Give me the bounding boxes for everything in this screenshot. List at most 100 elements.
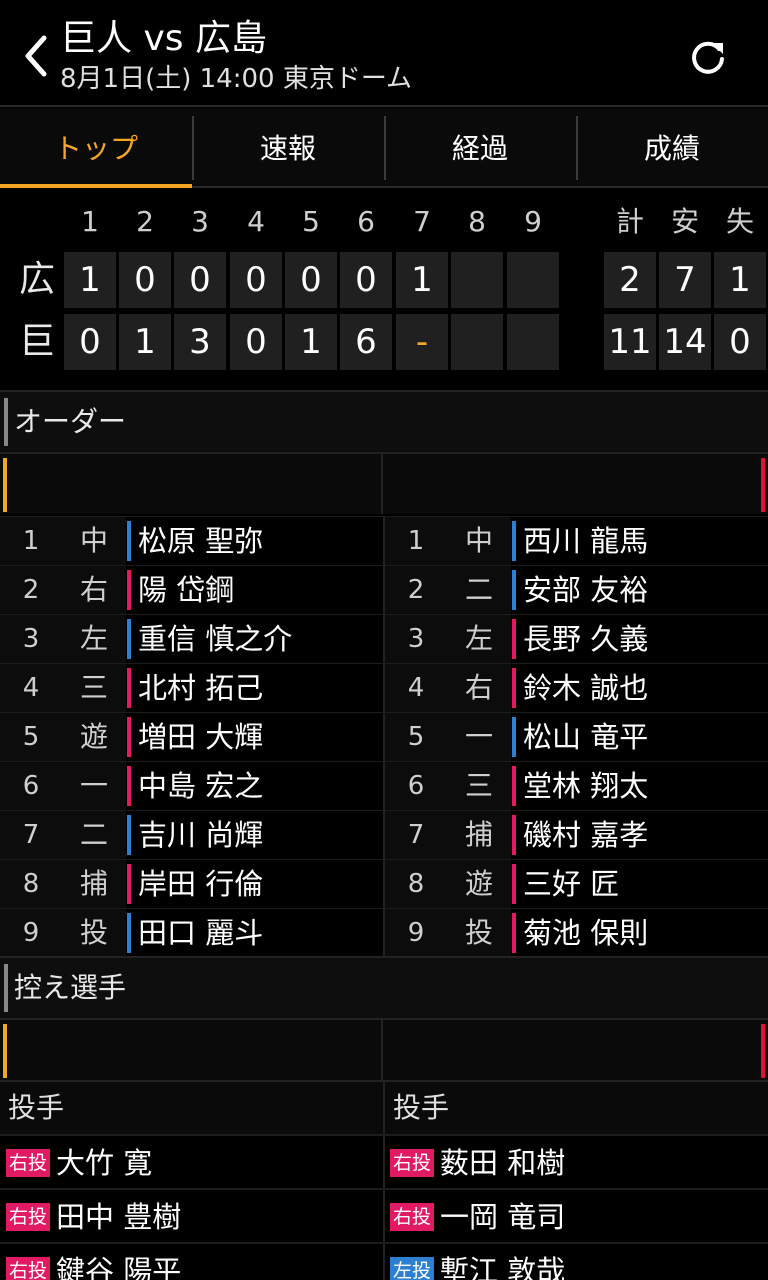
inning-score <box>451 314 503 370</box>
batting-order: 9 <box>0 909 62 957</box>
bat-side-mark <box>127 619 131 659</box>
column-divider <box>383 517 385 566</box>
total-score: 11 <box>604 314 656 370</box>
lineup-row[interactable]: 5 遊増田 大輝 5 一松山 竜平 <box>0 712 768 762</box>
player-name[interactable]: 重信 慎之介 <box>138 615 292 663</box>
position: 三 <box>447 762 511 810</box>
batting-order: 5 <box>0 713 62 761</box>
pitcher-name[interactable]: 薮田 和樹 <box>440 1140 565 1186</box>
bat-side-mark <box>127 570 131 610</box>
batting-order: 6 <box>385 762 447 810</box>
bat-side-mark <box>512 913 516 953</box>
inning-header: 3 <box>191 205 209 238</box>
total-score: 14 <box>659 314 711 370</box>
home-team-header[interactable] <box>0 454 383 514</box>
player-name[interactable]: 岸田 行倫 <box>138 860 263 908</box>
pitcher-row[interactable]: 右投 田中 豊樹 右投 一岡 竜司 <box>0 1188 768 1243</box>
player-name[interactable]: 中島 宏之 <box>138 762 263 810</box>
lineup-row[interactable]: 4 三北村 拓己 4 右鈴木 誠也 <box>0 663 768 713</box>
pitcher-name[interactable]: 塹江 敦哉 <box>440 1248 565 1280</box>
totals-header: 計 <box>615 205 644 238</box>
bat-side-mark <box>127 815 131 855</box>
pitcher-name[interactable]: 鍵谷 陽平 <box>56 1248 181 1280</box>
batting-order: 1 <box>385 517 447 565</box>
tab-live[interactable]: 速報 <box>192 108 384 186</box>
throw-hand-badge: 左投 <box>390 1257 435 1280</box>
page-title: 巨人 vs 広島 <box>60 18 267 59</box>
back-arrow-icon[interactable] <box>22 34 50 78</box>
home-team-accent <box>3 1024 7 1078</box>
lineup-row[interactable]: 8 捕岸田 行倫 8 遊三好 匠 <box>0 859 768 909</box>
away-bench-header[interactable] <box>385 1020 768 1080</box>
away-team-header[interactable] <box>385 454 768 514</box>
player-name[interactable]: 西川 龍馬 <box>523 517 648 565</box>
team-label: 広 <box>18 259 55 300</box>
position: 左 <box>62 615 126 663</box>
inning-score: 0 <box>340 252 392 308</box>
inning-score: 1 <box>64 252 116 308</box>
position: 捕 <box>447 811 511 859</box>
position: 投 <box>447 909 511 957</box>
player-name[interactable]: 三好 匠 <box>523 860 619 908</box>
inning-score: - <box>396 314 448 370</box>
position: 中 <box>62 517 126 565</box>
refresh-icon[interactable] <box>688 37 728 77</box>
lineup-row[interactable]: 1 中松原 聖弥 1 中西川 龍馬 <box>0 516 768 566</box>
pitcher-name[interactable]: 田中 豊樹 <box>56 1194 181 1240</box>
pitcher-name[interactable]: 大竹 寛 <box>56 1140 152 1186</box>
player-name[interactable]: 吉川 尚輝 <box>138 811 263 859</box>
app-header: 巨人 vs 広島 8月1日(土) 14:00 東京ドーム <box>0 0 768 107</box>
lineup-row[interactable]: 2右陽 岱鋼 2 二安部 友裕 <box>0 565 768 615</box>
position: 一 <box>62 762 126 810</box>
player-name[interactable]: 安部 友裕 <box>523 566 648 614</box>
column-divider <box>383 909 385 958</box>
lineup-row[interactable]: 6 一中島 宏之 6 三堂林 翔太 <box>0 761 768 811</box>
tab-bar: トップ 速報 経過 成績 <box>0 108 768 188</box>
pitcher-name[interactable]: 一岡 竜司 <box>440 1194 565 1240</box>
player-name[interactable]: 鈴木 誠也 <box>523 664 648 712</box>
lineup-row[interactable]: 3 左重信 慎之介 3 左長野 久義 <box>0 614 768 664</box>
column-divider <box>383 1244 385 1280</box>
order-section-header: オーダー <box>0 390 768 452</box>
bat-side-mark <box>127 913 131 953</box>
player-name[interactable]: 菊池 保則 <box>523 909 648 957</box>
inning-header: 8 <box>468 205 486 238</box>
inning-score <box>507 252 559 308</box>
inning-score: 0 <box>64 314 116 370</box>
column-divider <box>383 762 385 811</box>
throw-hand-badge: 右投 <box>6 1203 51 1231</box>
lineup-row[interactable]: 7 二吉川 尚輝 7 捕磯村 嘉孝 <box>0 810 768 860</box>
inning-header: 5 <box>302 205 320 238</box>
inning-score: 1 <box>396 252 448 308</box>
inning-score: 6 <box>340 314 392 370</box>
pitcher-row[interactable]: 右投 鍵谷 陽平 左投 塹江 敦哉 <box>0 1242 768 1280</box>
bat-side-mark <box>512 570 516 610</box>
home-bench-header[interactable] <box>0 1020 383 1080</box>
tab-progress[interactable]: 経過 <box>384 108 576 186</box>
total-score: 7 <box>659 252 711 308</box>
bat-side-mark <box>127 766 131 806</box>
inning-score: 3 <box>174 314 226 370</box>
column-divider <box>383 860 385 909</box>
column-divider <box>383 1190 385 1243</box>
inning-score <box>507 314 559 370</box>
column-divider <box>383 1136 385 1189</box>
bench-section-header: 控え選手 <box>0 956 768 1018</box>
player-name[interactable]: 陽 岱鋼 <box>138 566 234 614</box>
player-name[interactable]: 増田 大輝 <box>138 713 263 761</box>
player-name[interactable]: 田口 麗斗 <box>138 909 263 957</box>
lineup-row[interactable]: 9 投田口 麗斗 9 投菊池 保則 <box>0 908 768 958</box>
player-name[interactable]: 堂林 翔太 <box>523 762 648 810</box>
player-name[interactable]: 松原 聖弥 <box>138 517 263 565</box>
player-name[interactable]: 北村 拓己 <box>138 664 263 712</box>
player-name[interactable]: 磯村 嘉孝 <box>523 811 648 859</box>
pitcher-row[interactable]: 右投 大竹 寛右投 薮田 和樹 <box>0 1134 768 1189</box>
column-divider <box>383 713 385 762</box>
bat-side-mark <box>512 864 516 904</box>
player-name[interactable]: 長野 久義 <box>523 615 648 663</box>
tab-stats[interactable]: 成績 <box>576 108 768 186</box>
batting-order: 3 <box>385 615 447 663</box>
player-name[interactable]: 松山 竜平 <box>523 713 648 761</box>
tab-top[interactable]: トップ <box>0 108 192 188</box>
game-info: 8月1日(土) 14:00 東京ドーム <box>60 64 413 94</box>
